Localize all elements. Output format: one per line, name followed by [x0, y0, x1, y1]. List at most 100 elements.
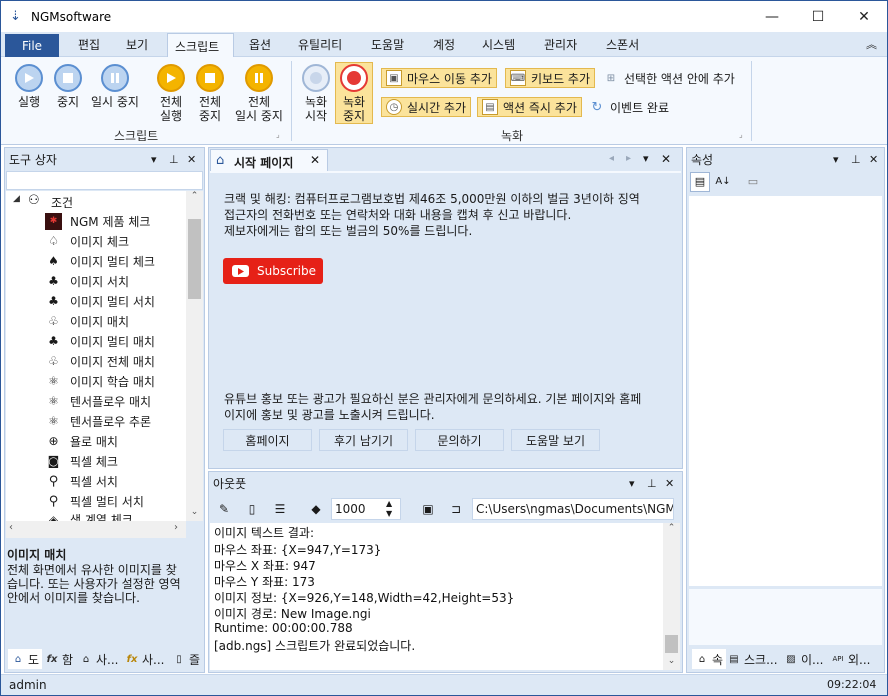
add-action-now-button[interactable]: ▤ 액션 즉시 추가 — [477, 97, 582, 117]
pause-all-button[interactable]: 전체 일시 중지 — [231, 64, 287, 123]
property-pages-icon[interactable]: ▭ — [743, 173, 763, 193]
output-close-icon[interactable]: ✕ — [665, 472, 674, 494]
interval-stepper[interactable]: 1000 ▲ ▼ — [331, 498, 401, 520]
doc-next-icon[interactable]: ▸ — [626, 153, 631, 164]
app-menu-icon[interactable]: ⇣ — [10, 9, 21, 24]
tree-item-ngm-check[interactable]: ✱ NGM 제품 체크 — [45, 211, 150, 231]
pause-button[interactable]: 일시 중지 — [87, 64, 143, 109]
tab-properties[interactable]: ⌂ 속 — [692, 649, 727, 669]
doc-list-icon[interactable]: ▾ — [643, 152, 649, 165]
close-button[interactable]: ✕ — [841, 1, 887, 32]
menu-help[interactable]: 도움말 — [371, 36, 404, 53]
tree-item-image-match[interactable]: ♧ 이미지 매치 — [45, 311, 129, 331]
toolbox-close-icon[interactable]: ✕ — [187, 148, 196, 170]
record-stop-button[interactable]: 녹화 중지 — [337, 64, 371, 123]
file-menu-button[interactable]: File — [5, 34, 59, 57]
output-save-button[interactable]: ▣ — [417, 498, 439, 520]
tree-item-tensorflow-match[interactable]: ⚛ 텐서플로우 매치 — [45, 391, 151, 411]
run-button[interactable]: 실행 — [13, 64, 45, 109]
tree-expand-icon[interactable]: ◢ — [13, 194, 20, 204]
output-scrollbar[interactable]: ⌃ ⌄ — [663, 523, 680, 670]
output-capture-button[interactable]: ✎ — [213, 498, 235, 520]
menu-admin[interactable]: 관리자 — [544, 36, 577, 53]
tab-users[interactable]: ⌂ 사... — [79, 649, 119, 669]
script-group-launcher-icon[interactable]: ⌟ — [276, 130, 280, 139]
tree-item-image-search[interactable]: ♣ 이미지 서치 — [45, 271, 129, 291]
scroll-down-icon[interactable]: ⌄ — [663, 656, 680, 670]
toolbox-search-input[interactable] — [6, 171, 203, 190]
scroll-up-icon[interactable]: ⌃ — [663, 523, 680, 537]
tab-image[interactable]: ▨ 이... — [784, 649, 823, 669]
tree-item-image-multi-check[interactable]: ♠ 이미지 멀티 체크 — [45, 251, 155, 271]
menu-sponsor[interactable]: 스폰서 — [606, 36, 639, 53]
inquiry-button[interactable]: 문의하기 — [415, 429, 504, 451]
scroll-down-icon[interactable]: ⌄ — [186, 507, 203, 521]
start-page-close-icon[interactable]: ✕ — [310, 153, 320, 167]
ribbon-collapse-icon[interactable]: ︽ — [866, 36, 877, 52]
output-open-button[interactable]: ⊐ — [445, 498, 467, 520]
tree-item-image-check[interactable]: ♤ 이미지 체크 — [45, 231, 129, 251]
tab-favorites[interactable]: ▯ 즐 — [172, 649, 200, 669]
tree-item-pixel-search[interactable]: ⚲ 픽셀 서치 — [45, 471, 118, 491]
tab-script[interactable]: ▤ 스크... — [727, 649, 777, 669]
tab-external[interactable]: API 외... — [831, 649, 870, 669]
stop-all-button[interactable]: 전체 중지 — [192, 64, 228, 123]
subscribe-button[interactable]: Subscribe — [223, 258, 323, 284]
output-path-field[interactable]: C:\Users\ngmas\Documents\NGM6\ — [472, 498, 674, 520]
review-button[interactable]: 후기 남기기 — [319, 429, 408, 451]
minimize-button[interactable]: — — [749, 1, 795, 32]
doc-prev-icon[interactable]: ◂ — [609, 153, 614, 164]
menu-utility[interactable]: 유틸리티 — [298, 36, 342, 53]
start-page-tab[interactable]: ⌂ 시작 페이지 ✕ — [210, 149, 328, 171]
homepage-button[interactable]: 홈페이지 — [223, 429, 312, 451]
run-all-button[interactable]: 전체 실행 — [153, 64, 189, 123]
menu-options[interactable]: 옵션 — [249, 36, 271, 53]
output-scroll-thumb[interactable] — [665, 635, 678, 653]
output-wrap-button[interactable]: ☰ — [269, 498, 291, 520]
scroll-up-icon[interactable]: ⌃ — [186, 191, 203, 205]
stepper-down-icon[interactable]: ▼ — [386, 509, 392, 518]
scroll-left-icon[interactable]: ‹ — [9, 522, 13, 533]
toolbox-hscrollbar[interactable]: ‹ › — [6, 521, 186, 538]
sort-az-icon[interactable]: A↓ — [713, 173, 733, 193]
toolbox-pin-icon[interactable]: ⊥ — [169, 148, 179, 170]
record-group-launcher-icon[interactable]: ⌟ — [739, 130, 743, 139]
tree-item-pixel-check[interactable]: ◙ 픽셀 체크 — [45, 451, 118, 471]
help-button[interactable]: 도움말 보기 — [511, 429, 600, 451]
output-clear-button[interactable]: ◆ — [305, 498, 327, 520]
tree-item-pixel-multi-search[interactable]: ⚲ 픽셀 멀티 서치 — [45, 491, 144, 511]
toolbox-scrollbar[interactable]: ⌃ ⌄ — [186, 191, 203, 521]
event-complete-button[interactable]: ↻ 이벤트 완료 — [589, 97, 669, 117]
tree-item-image-multi-match[interactable]: ♣ 이미지 멀티 매치 — [45, 331, 155, 351]
properties-pin-icon[interactable]: ⊥ — [851, 148, 861, 170]
output-dropdown-icon[interactable]: ▾ — [629, 472, 635, 494]
properties-close-icon[interactable]: ✕ — [869, 148, 878, 170]
toolbox-scroll-thumb[interactable] — [188, 219, 201, 299]
tree-item-yolo-match[interactable]: ⊕ 욜로 매치 — [45, 431, 118, 451]
properties-dropdown-icon[interactable]: ▾ — [833, 148, 839, 170]
add-keyboard-button[interactable]: ⌨ 키보드 추가 — [505, 68, 596, 88]
menu-edit[interactable]: 편집 — [78, 36, 100, 53]
stop-button[interactable]: 중지 — [52, 64, 84, 109]
add-mouse-move-button[interactable]: ▣ 마우스 이동 추가 — [381, 68, 497, 88]
tree-item-tensorflow-inference[interactable]: ⚛ 텐서플로우 추론 — [45, 411, 151, 431]
categorized-icon[interactable]: ▤ — [690, 172, 710, 192]
property-grid[interactable] — [689, 196, 882, 586]
tree-item-color-check[interactable]: ◈ 색 계열 체크 — [45, 511, 133, 522]
tree-item-image-multi-search[interactable]: ♣ 이미지 멀티 서치 — [45, 291, 155, 311]
tab-user-functions[interactable]: fx 사... — [125, 649, 165, 669]
add-realtime-button[interactable]: ◷ 실시간 추가 — [381, 97, 472, 117]
menu-account[interactable]: 계정 — [433, 36, 455, 53]
output-pin-icon[interactable]: ⊥ — [647, 472, 657, 494]
output-new-button[interactable]: ▯ — [241, 498, 263, 520]
menu-system[interactable]: 시스템 — [482, 36, 515, 53]
scroll-right-icon[interactable]: › — [174, 522, 178, 533]
tab-functions[interactable]: fx 함 — [45, 649, 73, 669]
maximize-button[interactable]: ☐ — [795, 1, 841, 32]
add-in-selected-action-button[interactable]: ⊞ 선택한 액션 안에 추가 — [603, 68, 735, 88]
record-start-button[interactable]: 녹화 시작 — [299, 64, 333, 123]
tree-item-image-learn-match[interactable]: ⚛ 이미지 학습 매치 — [45, 371, 155, 391]
menu-script-tab[interactable]: 스크립트 — [167, 33, 234, 57]
tree-item-image-full-match[interactable]: ♧ 이미지 전체 매치 — [45, 351, 155, 371]
tree-root-label[interactable]: 조건 — [51, 194, 73, 211]
